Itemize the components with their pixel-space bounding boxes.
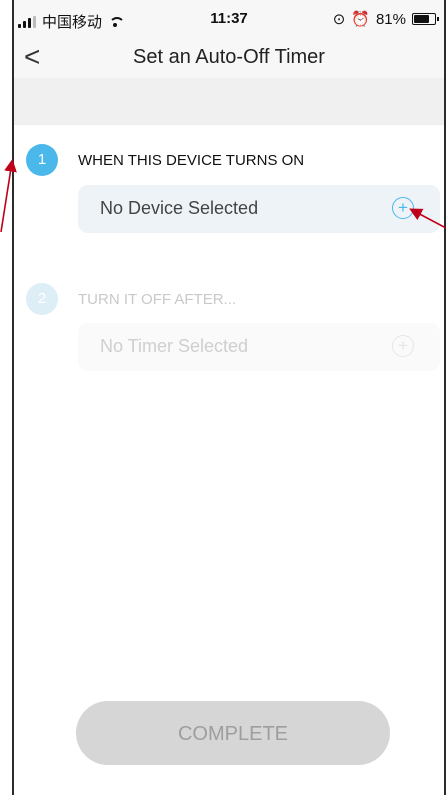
add-device-icon[interactable]: + <box>392 197 414 219</box>
status-bar: 中国移动 11:37 ⊙ ⏰ 81% <box>14 0 444 40</box>
add-timer-icon: + <box>392 335 414 357</box>
nav-bar: < Set an Auto-Off Timer <box>14 40 444 78</box>
device-field-text: No Device Selected <box>100 198 259 218</box>
header-spacer <box>14 78 444 124</box>
complete-button[interactable]: COMPLETE <box>76 701 390 765</box>
battery-icon <box>412 13 439 25</box>
timer-field-text: No Timer Selected <box>100 336 249 356</box>
step-2-card: 2 TURN IT OFF AFTER... No Timer Selected… <box>14 266 444 386</box>
rotation-lock-icon: ⊙ <box>332 11 346 28</box>
battery-percent: 81% <box>375 10 406 28</box>
device-select-field[interactable]: No Device Selected + <box>78 185 440 233</box>
step-1-label: WHEN THIS DEVICE TURNS ON <box>78 152 305 169</box>
timer-select-field: No Timer Selected + <box>78 323 440 371</box>
step-1-pointer <box>214 246 246 264</box>
battery-cap <box>437 17 439 21</box>
step-1-badge: 1 <box>26 144 58 176</box>
step-2-badge: 2 <box>26 283 58 315</box>
annotation-arrow-left <box>0 158 17 233</box>
status-right: ⊙ ⏰ 81% <box>332 10 439 28</box>
step-2-label: TURN IT OFF AFTER... <box>78 291 237 308</box>
battery-fill <box>414 15 429 23</box>
page-title: Set an Auto-Off Timer <box>133 46 325 68</box>
alarm-icon: ⏰ <box>351 11 370 28</box>
step-1-card: 1 WHEN THIS DEVICE TURNS ON No Device Se… <box>14 124 444 247</box>
